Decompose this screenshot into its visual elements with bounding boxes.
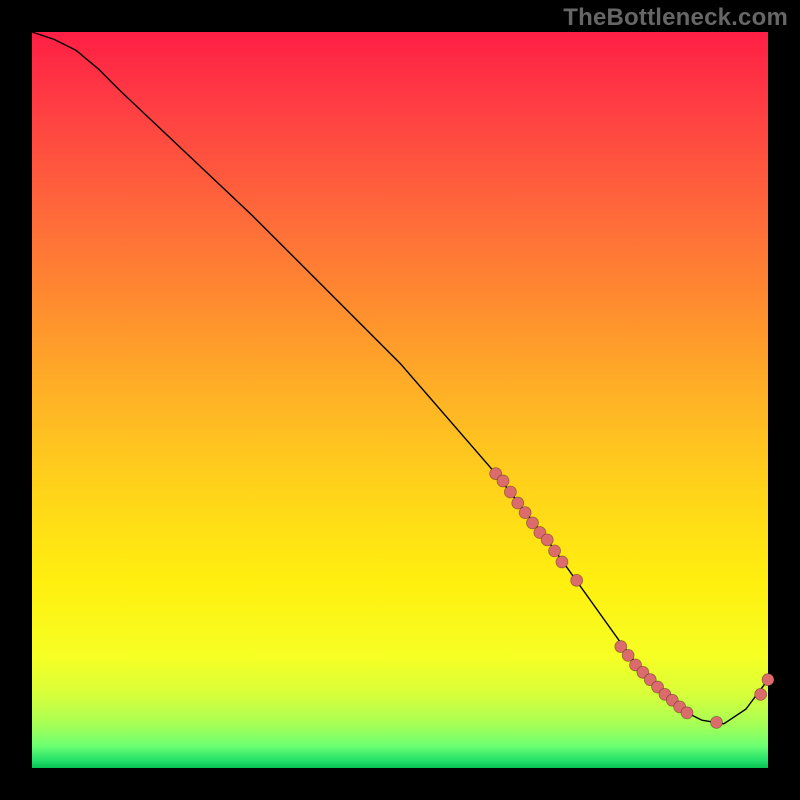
- data-point: [504, 486, 516, 498]
- watermark-text: TheBottleneck.com: [563, 4, 788, 32]
- chart-frame: TheBottleneck.com: [0, 0, 800, 800]
- data-point: [549, 545, 561, 557]
- data-point: [541, 534, 553, 546]
- data-point: [571, 574, 583, 586]
- data-point: [762, 674, 774, 686]
- bottleneck-curve: [32, 32, 768, 724]
- data-point: [497, 475, 509, 487]
- data-point: [681, 707, 693, 719]
- data-point: [556, 556, 568, 568]
- chart-svg: [32, 32, 768, 768]
- plot-area: [32, 32, 768, 768]
- data-point: [519, 507, 531, 519]
- data-point: [755, 688, 767, 700]
- highlight-points: [490, 468, 774, 729]
- data-point: [710, 716, 722, 728]
